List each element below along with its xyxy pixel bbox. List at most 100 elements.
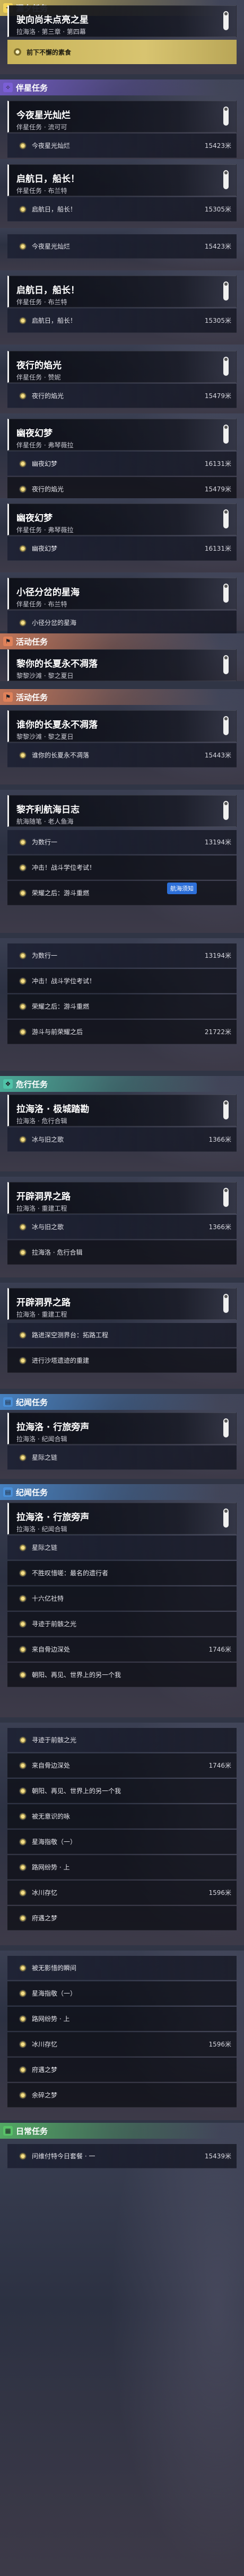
collapse-toggle-icon[interactable]: [223, 1294, 229, 1313]
quest-section: 开辟洞界之路 拉海洛 · 重建工程 冰与旧之歌 1366米 拉海洛 · 危行合辑: [0, 1177, 244, 1277]
objective-row[interactable]: 来自骨边深处 1746米: [7, 1637, 237, 1662]
section-header[interactable]: ⚑ 活动任务: [0, 689, 244, 705]
objective-row[interactable]: 为数行一 13194米: [7, 830, 237, 854]
objective-row[interactable]: 府遇之梦: [7, 1906, 237, 1930]
collapse-toggle-icon[interactable]: [223, 425, 229, 444]
collapse-toggle-icon[interactable]: [223, 509, 229, 528]
objective-row[interactable]: 路网纷势 · 上: [7, 1855, 237, 1880]
section-header[interactable]: ▤ 纪闻任务: [0, 1484, 244, 1500]
objective-row[interactable]: 被无意识的咏: [7, 1804, 237, 1829]
quest-card[interactable]: 拉海洛 · 行旅旁声 拉海洛 · 纪闻合辑: [7, 1503, 237, 1534]
collapse-toggle-icon[interactable]: [223, 716, 229, 735]
section-header[interactable]: ✧ 伴星任务: [0, 80, 244, 95]
objective-row[interactable]: 路进深空测界台：拓路工程: [7, 1323, 237, 1347]
objective-row[interactable]: 十六亿社特: [7, 1586, 237, 1611]
objective-label: 十六亿社特: [32, 1595, 64, 1602]
objective-row[interactable]: 冰川存忆 1596米: [7, 1881, 237, 1905]
quest-card[interactable]: 启航日，船长！ 伴星任务 · 布兰特: [7, 276, 237, 307]
objective-row[interactable]: 启航日，船长！ 15305米: [7, 197, 237, 222]
collapse-toggle-icon[interactable]: [223, 11, 229, 30]
objective-row[interactable]: 星际之链: [7, 1536, 237, 1560]
collapse-toggle-icon[interactable]: [223, 357, 229, 376]
objective-row[interactable]: 不胜叹惜嗟：最名的遗行者: [7, 1561, 237, 1585]
objective-row[interactable]: 星海指敬（一）: [7, 1981, 237, 2006]
quest-card[interactable]: 幽夜幻梦 伴星任务 · 弗琴薇拉: [7, 504, 237, 535]
collapse-toggle-icon[interactable]: [223, 584, 229, 603]
objective-distance: 15423米: [204, 142, 231, 149]
quest-card[interactable]: 拉海洛 · 行旅旁声 拉海洛 · 纪闻合辑: [7, 1413, 237, 1444]
highlight-objective[interactable]: 前下不懈的素食: [7, 40, 237, 64]
quest-card[interactable]: 拉海洛 · 极城踏勘 拉海洛 · 危行合辑: [7, 1095, 237, 1126]
objective-row[interactable]: 小径分岔的星海: [7, 611, 237, 635]
objective-row[interactable]: 夜行的焰光 15479米: [7, 384, 237, 408]
quest-card[interactable]: 启航日，船长！ 伴星任务 · 布兰特: [7, 164, 237, 196]
objective-row[interactable]: 今夜星光灿烂 15423米: [7, 234, 237, 259]
objective-row[interactable]: 进行沙塔遗迹的重建: [7, 1348, 237, 1373]
quest-subtitle: 伴星任务 · 弗琴薇拉: [16, 526, 74, 534]
quest-card[interactable]: 黎齐利航海日志 航海随笔 · 老人鱼海: [7, 795, 237, 827]
collapse-toggle-icon[interactable]: [223, 170, 229, 189]
quest-card[interactable]: 开辟洞界之路 拉海洛 · 重建工程: [7, 1182, 237, 1214]
objective-row[interactable]: 幽夜幻梦 16131米: [7, 536, 237, 561]
objective-row[interactable]: 游斗与前荣耀之后 21722米: [7, 1020, 237, 1044]
objective-marker-icon: [19, 392, 27, 400]
objective-row[interactable]: 荣耀之后：游斗重燃: [7, 994, 237, 1019]
objective-row[interactable]: 寻迹于前骸之光: [7, 1728, 237, 1752]
objective-row[interactable]: 问维付特今日套餐 · 一 15439米: [7, 2144, 237, 2168]
quest-card[interactable]: 幽夜幻梦 伴星任务 · 弗琴薇拉: [7, 419, 237, 451]
quest-card[interactable]: 驶向尚未点亮之星 拉海洛 · 第三章 · 第四幕: [7, 5, 237, 37]
quest-card[interactable]: 今夜星光灿烂 伴星任务 · 流可可: [7, 101, 237, 133]
quest-card[interactable]: 夜行的焰光 伴星任务 · 赞妮: [7, 351, 237, 383]
quest-title: 小径分岔的星海: [16, 587, 80, 598]
objective-label: 朝阳、再见、世界上的另一个我: [32, 1787, 121, 1795]
objective-row[interactable]: 府遇之梦: [7, 2058, 237, 2082]
collapse-toggle-icon[interactable]: [223, 1188, 229, 1207]
objective-label: 问维付特今日套餐 · 一: [32, 2152, 95, 2160]
objective-row[interactable]: 冰川存忆 1596米: [7, 2032, 237, 2057]
section-header[interactable]: ⚑ 活动任务: [0, 633, 244, 649]
quest-card[interactable]: 小径分岔的星海 伴星任务 · 布兰特: [7, 578, 237, 610]
collapse-toggle-icon[interactable]: [223, 655, 229, 674]
collapse-toggle-icon[interactable]: [223, 801, 229, 820]
section-header[interactable]: ❖ 危行任务: [0, 1076, 244, 1092]
objective-row[interactable]: 来自骨边深处 1746米: [7, 1753, 237, 1778]
objective-row[interactable]: 冲击！战斗学位考试！: [7, 969, 237, 993]
quest-section: 夜行的焰光 伴星任务 · 赞妮 夜行的焰光 15479米: [0, 345, 244, 413]
section-header[interactable]: ▤ 纪闻任务: [0, 1394, 244, 1410]
objective-row[interactable]: 拉海洛 · 危行合辑: [7, 1240, 237, 1265]
objective-row[interactable]: 朝阳、再见、世界上的另一个我: [7, 1663, 237, 1687]
objective-row[interactable]: 荣耀之后：游斗重燃: [7, 881, 237, 905]
collapse-toggle-icon[interactable]: [223, 1100, 229, 1119]
objective-label: 冰与旧之歌: [32, 1136, 64, 1143]
quest-section: 幽夜幻梦 伴星任务 · 弗琴薇拉 幽夜幻梦 16131米 夜行的焰光 15479米: [0, 413, 244, 501]
objective-row[interactable]: 冰与旧之歌 1366米: [7, 1215, 237, 1239]
quest-card[interactable]: 开辟洞界之路 拉海洛 · 重建工程: [7, 1288, 237, 1320]
objective-marker-icon: [19, 205, 27, 213]
collapse-toggle-icon[interactable]: [223, 281, 229, 301]
quest-card[interactable]: 黎你的长夏永不凋落 黎黎沙滩 · 黎之夏日: [7, 649, 237, 681]
objective-row[interactable]: 星海指敬（一）: [7, 1830, 237, 1854]
objective-row[interactable]: 朝阳、再见、世界上的另一个我: [7, 1779, 237, 1803]
objective-row[interactable]: 启航日，船长！ 15305米: [7, 308, 237, 333]
objective-row[interactable]: 幽夜幻梦 16131米: [7, 452, 237, 476]
objective-row[interactable]: 为数行一 13194米: [7, 943, 237, 968]
quest-subtitle: 伴星任务 · 布兰特: [16, 187, 67, 195]
objective-row[interactable]: 冰与旧之歌 1366米: [7, 1127, 237, 1152]
objective-row[interactable]: 星际之链: [7, 1445, 237, 1470]
quest-card[interactable]: 谁你的长夏永不凋落 黎黎沙滩 · 黎之夏日: [7, 710, 237, 742]
section-header[interactable]: ▦ 日常任务: [0, 2123, 244, 2139]
navigation-badge[interactable]: 航海须知: [167, 883, 197, 894]
objective-row[interactable]: 谁你的长夏永不凋落 15443米: [7, 743, 237, 767]
book-icon: ▤: [3, 1487, 13, 1497]
objective-row[interactable]: 被无影惜的瞬间: [7, 1956, 237, 1980]
objective-label: 被无意识的咏: [32, 1813, 71, 1820]
objective-row[interactable]: 余碎之梦: [7, 2083, 237, 2107]
objective-row[interactable]: 冲击！战斗学位考试！: [7, 855, 237, 880]
objective-row[interactable]: 路网纷势 · 上: [7, 2007, 237, 2031]
collapse-toggle-icon[interactable]: [223, 1508, 229, 1528]
collapse-toggle-icon[interactable]: [223, 107, 229, 126]
objective-row[interactable]: 寻迹于前骸之光: [7, 1612, 237, 1636]
collapse-toggle-icon[interactable]: [223, 1418, 229, 1437]
objective-row[interactable]: 今夜星光灿烂 15423米: [7, 134, 237, 158]
quest-title: 拉海洛 · 行旅旁声: [16, 1512, 90, 1523]
